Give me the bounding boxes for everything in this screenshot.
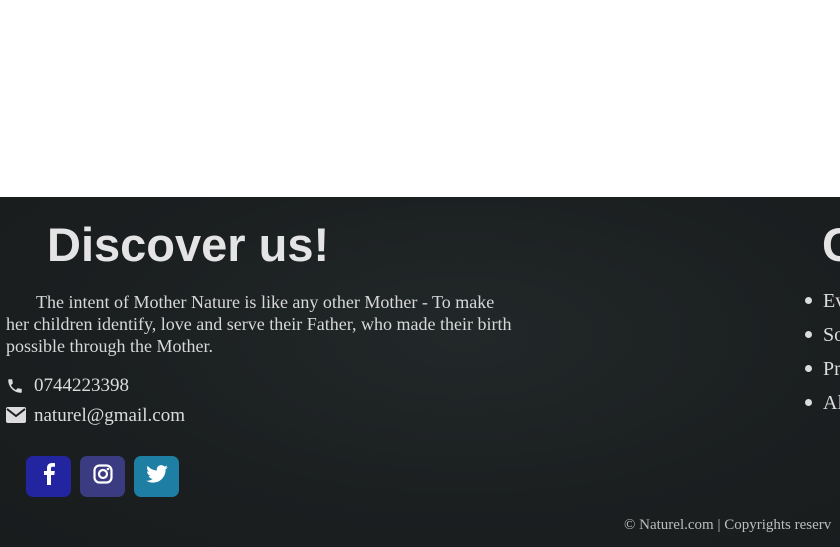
instagram-icon (92, 464, 113, 489)
instagram-button[interactable] (80, 456, 125, 497)
contact-email: naturel@gmail.com (6, 405, 185, 427)
bullet-icon (805, 365, 812, 372)
list-item[interactable]: Al (805, 386, 840, 420)
footer: Discover us! The intent of Mother Nature… (0, 197, 840, 547)
page: Discover us! The intent of Mother Nature… (0, 0, 840, 547)
phone-icon (6, 377, 26, 395)
list-item[interactable]: Ev (805, 284, 840, 318)
bullet-icon (805, 297, 812, 304)
twitter-button[interactable] (134, 456, 179, 497)
list-item[interactable]: So (805, 318, 840, 352)
list-item[interactable]: Pr (805, 352, 840, 386)
blank-content-area (0, 0, 840, 197)
envelope-icon (6, 407, 26, 425)
phone-number: 0744223398 (34, 375, 129, 396)
discover-title: Discover us! (47, 218, 330, 271)
facebook-button[interactable] (26, 456, 71, 497)
facebook-icon (42, 463, 56, 490)
intro-paragraph: The intent of Mother Nature is like any … (6, 292, 512, 356)
bullet-icon (805, 331, 812, 338)
copyright-text: © Naturel.com | Copyrights reserv (624, 517, 832, 533)
bullet-icon (805, 399, 812, 406)
right-column-list: Ev So Pr Al (805, 284, 840, 420)
twitter-icon (145, 465, 168, 488)
right-column-title: C (822, 218, 840, 271)
email-address: naturel@gmail.com (34, 405, 185, 426)
contact-phone: 0744223398 (6, 375, 129, 397)
